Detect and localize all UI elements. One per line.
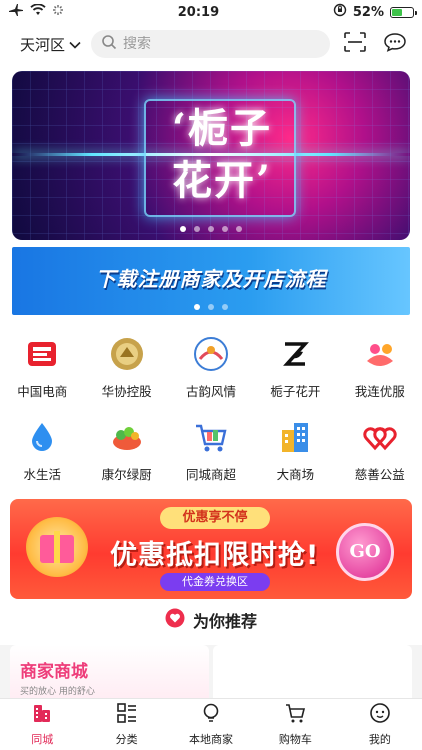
pagination-dot[interactable] <box>222 226 228 232</box>
loading-icon <box>52 4 64 20</box>
shortcut-item[interactable]: 水生活 <box>0 418 84 483</box>
card-title: 商家商城 <box>20 662 88 682</box>
shortcut-item[interactable]: 栀子花开 <box>253 335 337 400</box>
tab-label: 分类 <box>115 733 138 746</box>
chevron-down-icon <box>69 35 81 53</box>
gardenia-icon <box>276 335 314 373</box>
tab-label: 我的 <box>368 733 391 746</box>
tab-item[interactable]: 同城 <box>0 699 84 750</box>
city-selector[interactable]: 天河区 <box>20 34 81 55</box>
search-box[interactable] <box>91 30 330 58</box>
battery-percent: 52% <box>352 4 384 20</box>
shortcut-label: 水生活 <box>23 467 61 482</box>
green-kitchen-icon <box>108 418 146 456</box>
search-input[interactable] <box>123 36 320 52</box>
chat-bubble-icon <box>383 32 407 56</box>
register-banner-pagination <box>12 304 410 310</box>
shortcut-label: 古韵风情 <box>185 384 236 399</box>
airplane-icon <box>8 3 24 21</box>
shortcut-item[interactable]: 中国电商 <box>0 335 84 400</box>
shortcut-label: 康尔绿厨 <box>101 467 152 482</box>
shortcut-grid: 中国电商 华协控股 古韵风情 栀子花开 我连优服水生活 康尔绿厨 同城商超 大商场 慈善公益 <box>0 335 422 483</box>
battery-icon <box>389 6 417 18</box>
tab-item[interactable]: 购物车 <box>253 699 337 750</box>
heart-icon <box>165 608 185 632</box>
guyun-style-icon <box>192 335 230 373</box>
message-button[interactable] <box>380 30 410 58</box>
pagination-dot[interactable] <box>194 304 200 310</box>
shortcut-label: 华协控股 <box>101 384 152 399</box>
shortcut-item[interactable]: 大商场 <box>253 418 337 483</box>
tab-label: 本地商家 <box>189 733 234 746</box>
promo-headline: 优惠抵扣限时抢! <box>110 540 320 571</box>
shortcut-label: 大商场 <box>276 467 315 482</box>
status-left <box>8 3 64 21</box>
huaxie-holding-icon <box>108 335 146 373</box>
city-tab-icon <box>31 702 53 728</box>
hero-banner[interactable]: ‘栀子 花开’ <box>12 71 410 240</box>
shopping-cart-icon <box>192 418 230 456</box>
register-banner[interactable]: 下载注册商家及开店流程 <box>12 247 410 315</box>
battery-fill <box>391 8 403 16</box>
promo-banner[interactable]: 优惠享不停 优惠抵扣限时抢! 代金券兑换区 GO <box>10 499 412 599</box>
gift-box-icon <box>26 517 88 577</box>
tab-item[interactable]: 分类 <box>84 699 168 750</box>
orientation-lock-icon <box>333 3 347 21</box>
status-right: 52% <box>333 3 417 21</box>
shortcut-item[interactable]: 我连优服 <box>338 335 422 400</box>
tab-label: 购物车 <box>278 733 312 746</box>
shortcut-item[interactable]: 慈善公益 <box>338 418 422 483</box>
register-banner-text: 下载注册商家及开店流程 <box>95 267 327 291</box>
search-header: 天河区 <box>0 24 422 64</box>
promo-tag: 优惠享不停 <box>160 507 270 529</box>
banner-title-line1: ‘栀子 <box>172 105 272 152</box>
wolian-service-icon <box>361 335 399 373</box>
tab-label: 同城 <box>31 733 54 746</box>
shortcut-label: 栀子花开 <box>270 384 321 399</box>
tab-item[interactable]: 我的 <box>338 699 422 750</box>
banner-pagination <box>12 226 410 232</box>
shortcut-label: 同城商超 <box>185 467 236 482</box>
bottom-tab-bar: 同城 分类 本地商家 购物车 我的 <box>0 698 422 750</box>
search-icon <box>101 34 117 54</box>
recommend-label: 为你推荐 <box>192 612 257 631</box>
mall-building-icon <box>276 418 314 456</box>
charity-hearts-icon <box>361 418 399 456</box>
status-time: 20:19 <box>177 4 220 20</box>
scan-button[interactable] <box>340 30 370 58</box>
tab-item[interactable]: 本地商家 <box>169 699 253 750</box>
city-label: 天河区 <box>20 35 66 54</box>
scan-icon <box>344 32 366 56</box>
china-ecommerce-icon <box>23 335 61 373</box>
status-bar: 20:19 52% <box>0 0 422 24</box>
wifi-icon <box>30 3 46 20</box>
cart-tab-icon <box>284 702 306 728</box>
pagination-dot[interactable] <box>208 304 214 310</box>
water-drop-icon <box>23 418 61 456</box>
local-merchant-icon <box>200 702 222 728</box>
shortcut-label: 我连优服 <box>354 384 405 399</box>
shortcut-item[interactable]: 华协控股 <box>84 335 168 400</box>
card-subtitle: 买的放心 用的舒心 <box>20 687 95 697</box>
banner-title: ‘栀子 花开’ <box>152 103 292 207</box>
shortcut-label: 中国电商 <box>17 384 68 399</box>
category-tab-icon <box>116 702 138 728</box>
recommend-header: 为你推荐 <box>0 608 422 632</box>
pagination-dot[interactable] <box>180 226 186 232</box>
profile-tab-icon <box>369 702 391 728</box>
banner-title-line2: 花开’ <box>172 157 272 204</box>
pagination-dot[interactable] <box>236 226 242 232</box>
pagination-dot[interactable] <box>222 304 228 310</box>
promo-subtag: 代金券兑换区 <box>160 573 270 591</box>
shortcut-item[interactable]: 古韵风情 <box>169 335 253 400</box>
pagination-dot[interactable] <box>208 226 214 232</box>
shortcut-label: 慈善公益 <box>354 467 405 482</box>
promo-go-button[interactable]: GO <box>336 523 394 581</box>
pagination-dot[interactable] <box>194 226 200 232</box>
shortcut-item[interactable]: 康尔绿厨 <box>84 418 168 483</box>
shortcut-item[interactable]: 同城商超 <box>169 418 253 483</box>
